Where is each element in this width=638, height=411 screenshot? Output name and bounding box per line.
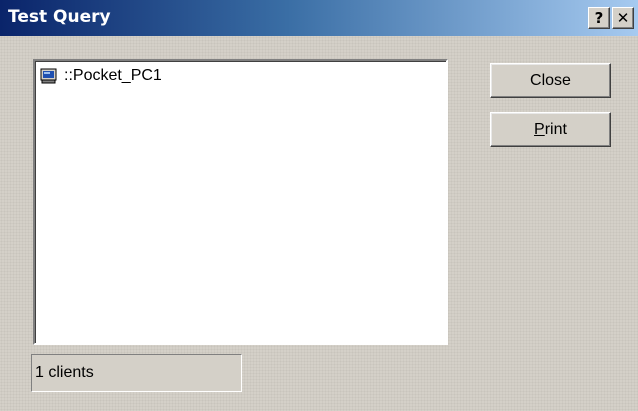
help-icon: ? bbox=[594, 9, 604, 27]
list-item[interactable]: ::Pocket_PC1 bbox=[40, 66, 162, 86]
close-button-label: Close bbox=[530, 71, 571, 89]
test-query-dialog: Test Query ? ✕ ::Pocket_PC1 Close Print … bbox=[0, 0, 638, 411]
clients-count-status: 1 clients bbox=[31, 354, 242, 392]
print-button[interactable]: Print bbox=[490, 112, 611, 147]
close-icon: ✕ bbox=[616, 9, 630, 27]
pocket-pc-device-icon bbox=[40, 68, 58, 84]
window-title: Test Query bbox=[8, 7, 111, 27]
list-item-label: ::Pocket_PC1 bbox=[64, 67, 162, 84]
print-button-label: Print bbox=[534, 120, 567, 138]
title-bar[interactable]: Test Query ? ✕ bbox=[0, 0, 638, 36]
help-button[interactable]: ? bbox=[588, 7, 610, 29]
close-button[interactable]: Close bbox=[490, 63, 611, 98]
clients-listbox[interactable]: ::Pocket_PC1 bbox=[33, 59, 448, 345]
title-close-button[interactable]: ✕ bbox=[612, 7, 634, 29]
